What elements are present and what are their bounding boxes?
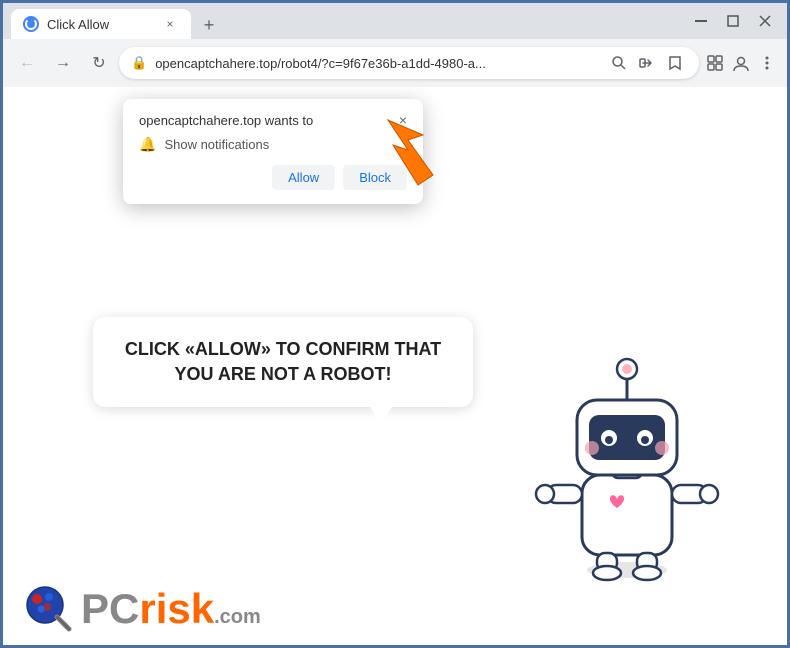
profile-icon[interactable] [729,51,753,75]
nav-right-icons [703,51,779,75]
pcrisk-logo: PCrisk.com [23,583,261,635]
minimize-button[interactable] [687,7,715,35]
logo-risk: risk [139,585,214,632]
tab-favicon [23,16,39,32]
new-tab-button[interactable]: + [195,11,223,39]
notification-row-label: Show notifications [164,137,269,152]
search-icon[interactable] [607,51,631,75]
address-bar[interactable]: 🔒 opencaptchahere.top/robot4/?c=9f67e36b… [119,47,699,79]
refresh-button[interactable]: ↻ [83,47,115,79]
logo-dot-com: .com [214,606,261,628]
robot-character [527,325,727,565]
speech-text: CLICK «ALLOW» TO CONFIRM THAT YOU ARE NO… [121,337,445,387]
title-bar: Click Allow × + [3,3,787,39]
share-icon[interactable] [635,51,659,75]
forward-button[interactable]: → [47,47,79,79]
address-right-icons [607,51,687,75]
lock-icon: 🔒 [131,55,147,71]
logo-pc: PC [81,585,139,632]
tab-area: Click Allow × + [11,3,683,39]
window-controls [687,7,779,35]
allow-button[interactable]: Allow [272,165,335,190]
speech-bubble: CLICK «ALLOW» TO CONFIRM THAT YOU ARE NO… [93,317,473,407]
browser-content: opencaptchahere.top wants to × 🔔 Show no… [3,87,787,645]
tab-close-button[interactable]: × [161,15,179,33]
logo-text: PCrisk.com [81,585,261,633]
bell-icon: 🔔 [139,136,156,153]
extensions-icon[interactable] [703,51,727,75]
menu-icon[interactable] [755,51,779,75]
tab-title: Click Allow [47,17,109,32]
notification-title: opencaptchahere.top wants to [139,113,313,128]
back-button[interactable]: ← [11,47,43,79]
bookmark-icon[interactable] [663,51,687,75]
nav-bar: ← → ↻ 🔒 opencaptchahere.top/robot4/?c=9f… [3,39,787,87]
maximize-button[interactable] [719,7,747,35]
arrow-indicator [363,115,443,195]
close-window-button[interactable] [751,7,779,35]
browser-tab[interactable]: Click Allow × [11,9,191,39]
address-text: opencaptchahere.top/robot4/?c=9f67e36b-a… [155,56,599,71]
